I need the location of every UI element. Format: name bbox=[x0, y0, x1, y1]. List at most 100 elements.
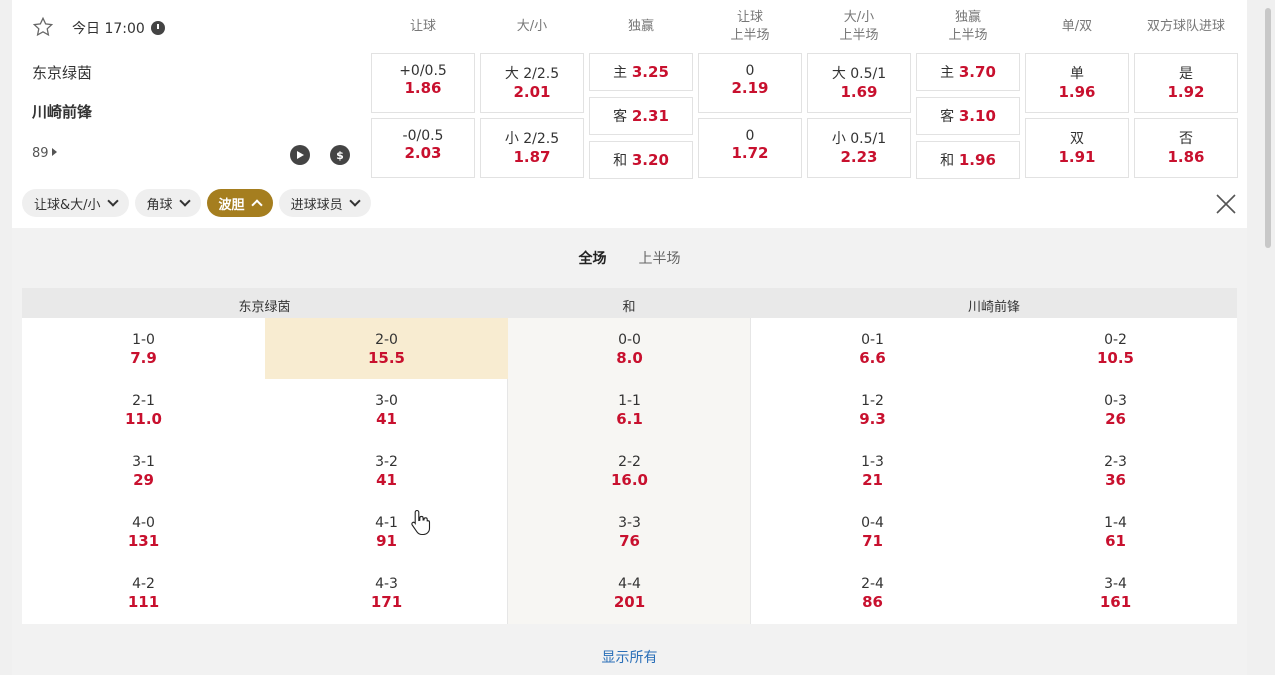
score-label: 1-3 bbox=[861, 454, 884, 470]
market-chip[interactable]: 进球球员 bbox=[278, 189, 371, 217]
odds-cell-handicap-1h[interactable]: 0 2.19 bbox=[698, 53, 802, 113]
odds-value: 1.72 bbox=[731, 144, 769, 162]
odds-cell-moneyline[interactable]: 客 2.31 bbox=[589, 97, 693, 135]
odds-cell-handicap[interactable]: +0/0.5 1.86 bbox=[371, 53, 475, 113]
odds-value: 1.86 bbox=[404, 79, 442, 97]
market-chip[interactable]: 让球&大/小 bbox=[22, 189, 129, 217]
tab-period[interactable]: 全场 bbox=[579, 248, 607, 268]
column-header: 双方球队进球 bbox=[1146, 19, 1225, 34]
odds-value: 3.20 bbox=[631, 151, 669, 169]
score-cell[interactable]: 3-4 161 bbox=[994, 562, 1237, 623]
score-cell[interactable]: 3-1 29 bbox=[22, 440, 265, 501]
home-column-header: 东京绿茵 bbox=[238, 300, 291, 315]
odds-cell-handicap-1h[interactable]: 0 1.72 bbox=[698, 118, 802, 178]
score-label: 1-1 bbox=[618, 393, 641, 409]
score-odds: 36 bbox=[1105, 471, 1126, 489]
odds-cell-over-under-1h[interactable]: 小 0.5/1 2.23 bbox=[807, 118, 911, 178]
score-label: 3-0 bbox=[375, 393, 398, 409]
tab-period[interactable]: 上半场 bbox=[639, 248, 681, 268]
score-label: 4-0 bbox=[132, 515, 155, 531]
score-cell[interactable]: 1-2 9.3 bbox=[751, 379, 994, 440]
market-chip[interactable]: 波胆 bbox=[206, 189, 273, 217]
score-cell[interactable]: 3-0 41 bbox=[265, 379, 508, 440]
score-cell[interactable]: 2-2 16.0 bbox=[508, 440, 751, 501]
chevron-down-icon bbox=[106, 195, 119, 207]
score-cell[interactable]: 4-2 111 bbox=[22, 562, 265, 623]
odds-cell-moneyline-1h[interactable]: 主 3.70 bbox=[916, 53, 1020, 91]
score-odds: 29 bbox=[133, 471, 154, 489]
odds-label: 小 2/2.5 bbox=[504, 131, 560, 147]
score-label: 4-2 bbox=[132, 576, 155, 592]
match-minute[interactable]: 89 bbox=[32, 146, 57, 161]
chevron-down-icon bbox=[178, 195, 191, 207]
score-odds: 21 bbox=[862, 471, 883, 489]
score-label: 1-0 bbox=[132, 332, 155, 348]
correct-score-table: 东京绿茵 和 川崎前锋 1-0 7.9 2-0 15.5 2-1 11.0 3-0 41 3-1… bbox=[22, 288, 1237, 624]
score-cell[interactable]: 2-4 86 bbox=[751, 562, 994, 623]
odds-cell-moneyline-1h[interactable]: 和 1.96 bbox=[916, 141, 1020, 179]
score-cell[interactable]: 0-4 71 bbox=[751, 501, 994, 562]
hand-cursor-icon bbox=[411, 509, 431, 536]
odds-cell-over-under[interactable]: 大 2/2.5 2.01 bbox=[480, 53, 584, 113]
score-cell[interactable]: 4-4 201 bbox=[508, 562, 751, 623]
play-video-icon[interactable] bbox=[290, 145, 310, 165]
score-label: 3-1 bbox=[132, 454, 155, 470]
dollar-icon[interactable]: $ bbox=[330, 145, 350, 165]
score-cell[interactable]: 4-1 91 bbox=[265, 501, 508, 562]
show-all-link[interactable]: 显示所有 bbox=[12, 647, 1247, 667]
odds-cell-odd-even[interactable]: 单 1.96 bbox=[1025, 53, 1129, 113]
odds-cell-btts[interactable]: 否 1.86 bbox=[1134, 118, 1238, 178]
odds-cell-over-under-1h[interactable]: 大 0.5/1 1.69 bbox=[807, 53, 911, 113]
score-cell[interactable]: 1-4 61 bbox=[994, 501, 1237, 562]
score-odds: 76 bbox=[619, 532, 640, 550]
score-cell[interactable]: 1-3 21 bbox=[751, 440, 994, 501]
odds-label: 客 bbox=[940, 109, 955, 125]
score-label: 1-4 bbox=[1104, 515, 1127, 531]
odds-value: 3.25 bbox=[631, 63, 669, 81]
score-label: 3-2 bbox=[375, 454, 398, 470]
score-cell[interactable]: 1-1 6.1 bbox=[508, 379, 751, 440]
caret-right-icon bbox=[51, 148, 57, 156]
odds-value: 1.91 bbox=[1058, 148, 1096, 166]
score-cell[interactable]: 0-3 26 bbox=[994, 379, 1237, 440]
odds-cell-moneyline[interactable]: 和 3.20 bbox=[589, 141, 693, 179]
odds-cell-moneyline-1h[interactable]: 客 3.10 bbox=[916, 97, 1020, 135]
market-chip-label: 让球&大/小 bbox=[34, 197, 101, 213]
score-cell[interactable]: 0-1 6.6 bbox=[751, 318, 994, 379]
odds-cell-handicap[interactable]: -0/0.5 2.03 bbox=[371, 118, 475, 178]
page-scrollbar[interactable] bbox=[1261, 0, 1275, 675]
score-odds: 161 bbox=[1099, 593, 1132, 611]
odds-cell-moneyline[interactable]: 主 3.25 bbox=[589, 53, 693, 91]
score-cell[interactable]: 3-2 41 bbox=[265, 440, 508, 501]
odds-cell-over-under[interactable]: 小 2/2.5 1.87 bbox=[480, 118, 584, 178]
odds-label: 小 0.5/1 bbox=[831, 131, 887, 147]
favorite-star-icon[interactable] bbox=[32, 16, 54, 38]
score-odds: 131 bbox=[127, 532, 160, 550]
score-odds: 86 bbox=[862, 593, 883, 611]
score-odds: 41 bbox=[376, 471, 397, 489]
score-label: 2-2 bbox=[618, 454, 641, 470]
score-label: 2-3 bbox=[1104, 454, 1127, 470]
score-cell[interactable]: 2-1 11.0 bbox=[22, 379, 265, 440]
column-header: 让球 上半场 bbox=[730, 10, 770, 43]
score-cell[interactable]: 4-3 171 bbox=[265, 562, 508, 623]
odds-value: 2.03 bbox=[404, 144, 442, 162]
odds-label: 是 bbox=[1179, 66, 1193, 82]
score-cell[interactable]: 1-0 7.9 bbox=[22, 318, 265, 379]
market-chip[interactable]: 角球 bbox=[134, 189, 201, 217]
odds-cell-odd-even[interactable]: 双 1.91 bbox=[1025, 118, 1129, 178]
scrollbar-thumb[interactable] bbox=[1265, 8, 1271, 248]
score-cell[interactable]: 2-3 36 bbox=[994, 440, 1237, 501]
score-label: 3-3 bbox=[618, 515, 641, 531]
close-icon[interactable] bbox=[1214, 192, 1238, 216]
score-cell[interactable]: 4-0 131 bbox=[22, 501, 265, 562]
score-cell[interactable]: 2-0 15.5 bbox=[265, 318, 508, 379]
score-cell[interactable]: 3-3 76 bbox=[508, 501, 751, 562]
clock-icon bbox=[150, 21, 165, 35]
odds-label: 客 bbox=[613, 109, 628, 125]
market-chip-label: 波胆 bbox=[218, 197, 245, 213]
odds-cell-btts[interactable]: 是 1.92 bbox=[1134, 53, 1238, 113]
score-cell[interactable]: 0-0 8.0 bbox=[508, 318, 751, 379]
odds-value: 2.01 bbox=[513, 83, 551, 101]
score-cell[interactable]: 0-2 10.5 bbox=[994, 318, 1237, 379]
